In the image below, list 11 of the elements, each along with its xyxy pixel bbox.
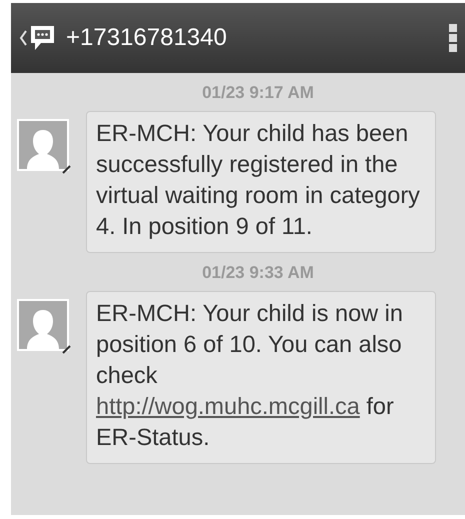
overflow-menu-icon[interactable] <box>449 24 457 52</box>
back-icon[interactable] <box>19 30 27 46</box>
chat-bubble-icon[interactable] <box>29 24 56 52</box>
message-bubble: ER-MCH: Your child is now in position 6 of 10. You can also check http://wog.muhc.mcgill.ca for ER-Status. <box>86 291 436 464</box>
message-timestamp: 01/23 9:33 AM <box>201 262 315 284</box>
url-link[interactable]: http://wog.muhc.mcgill.ca <box>96 393 360 419</box>
avatar-icon <box>17 299 72 354</box>
contact-number: +17316781340 <box>66 24 228 52</box>
avatar-icon <box>17 119 72 174</box>
message-timestamp: 01/23 9:17 AM <box>201 82 315 104</box>
message-bubble: ER-MCH: Your child has been successfully registered in the virtual waiting room in category 4. In position 9 of 11. <box>86 111 436 253</box>
